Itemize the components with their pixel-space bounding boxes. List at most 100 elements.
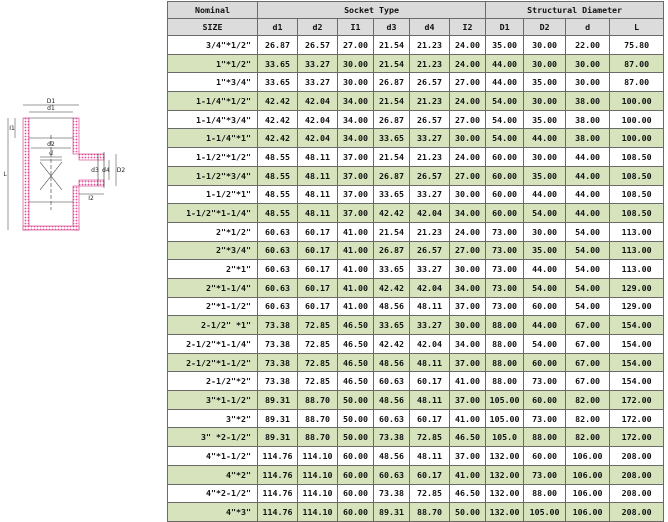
table-row: 4"*1-1/2" 114.76 114.10 60.00 48.56 48.11 37.0… (167, 446, 665, 466)
cell-size: 2"*3/4" (167, 240, 258, 261)
cell-value: 132.00 (485, 464, 525, 485)
cell-value: 44.00 (485, 53, 525, 74)
cell-value: 48.11 (409, 352, 450, 373)
cell-value: 60.17 (409, 464, 450, 485)
cell-value: 54.00 (485, 128, 525, 149)
bottom-wall (22, 225, 80, 231)
table-row: 1"*3/4" 33.65 33.27 30.00 26.87 26.57 27.00 44.… (167, 72, 665, 93)
cell-value: 108.50 (609, 203, 665, 223)
cell-value: 87.00 (609, 72, 665, 93)
cell-value: 27.00 (337, 35, 374, 55)
cell-value: 30.00 (337, 53, 374, 74)
cell-value: 60.00 (523, 296, 567, 317)
cell-value: 88.70 (297, 408, 338, 429)
cell-size: 4"*2" (167, 464, 258, 485)
cell-value: 67.00 (565, 352, 611, 373)
col-d4: d4 (409, 18, 450, 36)
table-row: 2"*1" 60.63 60.17 41.00 33.65 33.27 30.00 73.00… (167, 259, 665, 279)
cell-value: 41.00 (448, 464, 487, 485)
cell-value: 114.10 (297, 446, 338, 466)
cell-value: 208.00 (609, 483, 665, 504)
cell-value: 88.00 (485, 334, 525, 354)
cell-value: 60.17 (409, 371, 450, 392)
right-wall-upper (72, 117, 80, 155)
table-row: 1-1/4"*1" 42.42 42.04 34.00 33.65 33.27 30.00 5… (167, 128, 665, 149)
cell-value: 30.00 (523, 35, 567, 55)
cell-value: 42.42 (373, 203, 410, 223)
cell-value: 88.00 (523, 427, 567, 448)
cell-value: 105.00 (485, 390, 525, 410)
cell-value: 46.50 (448, 483, 487, 504)
cell-value: 172.00 (609, 390, 665, 410)
cell-value: 41.00 (337, 296, 374, 317)
cell-value: 129.00 (609, 277, 665, 298)
cell-value: 60.00 (523, 390, 567, 410)
cell-value: 129.00 (609, 296, 665, 317)
cell-value: 72.85 (297, 334, 338, 354)
label-d3: d3 (91, 167, 99, 174)
table-row: 4"*3" 114.76 114.10 60.00 89.31 88.70 50.00 132… (167, 502, 665, 522)
cell-value: 46.50 (337, 352, 374, 373)
cell-value: 73.38 (257, 352, 298, 373)
header-size: SIZE (167, 18, 258, 36)
cell-size: 3"*2" (167, 408, 258, 429)
cell-value: 38.00 (565, 91, 611, 111)
cell-value: 60.00 (485, 184, 525, 205)
table-row: 1"*1/2" 33.65 33.27 30.00 21.54 21.23 24.00 44.… (167, 53, 665, 74)
cell-value: 41.00 (337, 221, 374, 242)
cell-size: 4"*1-1/2" (167, 446, 258, 466)
table-row: 3" *2-1/2" 89.31 88.70 50.00 73.38 72.85 46.50… (167, 427, 665, 448)
cell-value: 30.00 (565, 53, 611, 74)
cell-value: 114.76 (257, 502, 298, 522)
cell-value: 27.00 (448, 165, 487, 186)
cell-size: 1-1/4"*1/2" (167, 91, 258, 111)
cell-size: 2-1/2"*1-1/4" (167, 334, 258, 354)
cell-value: 82.00 (565, 408, 611, 429)
cell-value: 100.00 (609, 109, 665, 130)
cell-value: 73.38 (257, 334, 298, 354)
cell-value: 54.00 (565, 221, 611, 242)
cell-value: 105.00 (523, 502, 567, 522)
cell-value: 33.27 (409, 315, 450, 335)
cell-value: 26.57 (409, 240, 450, 261)
cell-value: 41.00 (448, 408, 487, 429)
cell-value: 54.00 (485, 109, 525, 130)
cell-value: 87.00 (609, 53, 665, 74)
cell-value: 72.85 (297, 352, 338, 373)
label-d1: d1 (47, 105, 55, 112)
table-row: 2"*1/2" 60.63 60.17 41.00 21.54 21.23 24.00 73.… (167, 221, 665, 242)
cell-value: 30.00 (448, 315, 487, 335)
cell-value: 50.00 (337, 390, 374, 410)
cell-value: 42.04 (409, 334, 450, 354)
cell-size: 2"*1-1/4" (167, 277, 258, 298)
cell-value: 114.10 (297, 464, 338, 485)
cell-value: 48.56 (373, 352, 410, 373)
cell-value: 21.54 (373, 35, 410, 55)
cell-value: 106.00 (565, 446, 611, 466)
label-d4: d4 (102, 167, 110, 174)
cell-value: 48.55 (257, 184, 298, 205)
cell-value: 60.63 (257, 221, 298, 242)
cell-value: 60.17 (297, 296, 338, 317)
cell-value: 75.80 (609, 35, 665, 55)
cell-value: 42.04 (297, 91, 338, 111)
cell-value: 114.76 (257, 464, 298, 485)
cell-value: 44.00 (523, 128, 567, 149)
cell-value: 30.00 (448, 184, 487, 205)
cell-value: 88.00 (485, 315, 525, 335)
cell-value: 30.00 (337, 72, 374, 93)
cell-value: 33.27 (409, 259, 450, 279)
cell-value: 37.00 (337, 165, 374, 186)
cell-size: 1-1/2"*1-1/4" (167, 203, 258, 223)
cell-value: 88.70 (297, 390, 338, 410)
cell-size: 1-1/2"*1" (167, 184, 258, 205)
cell-value: 106.00 (565, 502, 611, 522)
cell-value: 82.00 (565, 427, 611, 448)
table-row: 2-1/2" *1" 73.38 72.85 46.50 33.65 33.27 30.00… (167, 315, 665, 335)
col-d1: d1 (257, 18, 298, 36)
cell-value: 34.00 (448, 203, 487, 223)
cell-value: 106.00 (565, 464, 611, 485)
cell-value: 154.00 (609, 352, 665, 373)
col-D2: D2 (523, 18, 567, 36)
cell-value: 154.00 (609, 315, 665, 335)
